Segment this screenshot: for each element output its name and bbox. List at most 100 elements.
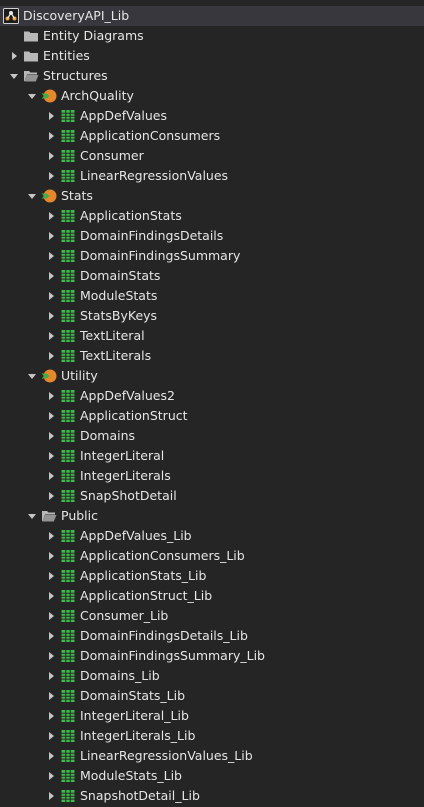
tree-item[interactable]: ArchQuality: [0, 86, 424, 106]
chevron-right-icon[interactable]: [45, 706, 57, 726]
tree-item[interactable]: ApplicationStats: [0, 206, 424, 226]
tree-item[interactable]: LinearRegressionValues_Lib: [0, 746, 424, 766]
tree-item[interactable]: Consumer_Lib: [0, 606, 424, 626]
chevron-right-icon[interactable]: [45, 666, 57, 686]
table-icon: [60, 448, 76, 464]
chevron-right-icon[interactable]: [45, 726, 57, 746]
tree-item[interactable]: ApplicationStats_Lib: [0, 566, 424, 586]
chevron-right-icon[interactable]: [45, 466, 57, 486]
structure-module-icon: [41, 368, 57, 384]
tree-item[interactable]: Structures: [0, 66, 424, 86]
table-icon: [60, 528, 76, 544]
chevron-right-icon[interactable]: [45, 166, 57, 186]
tree-item[interactable]: Consumer: [0, 146, 424, 166]
tree-item[interactable]: Domains: [0, 426, 424, 446]
tree-item[interactable]: SnapshotDetail_Lib: [0, 786, 424, 806]
tree-item[interactable]: ApplicationStruct: [0, 406, 424, 426]
tree-item[interactable]: Public: [0, 506, 424, 526]
structure-module-icon: [41, 88, 57, 104]
tree-item[interactable]: Stats: [0, 186, 424, 206]
table-icon: [60, 348, 76, 364]
chevron-right-icon[interactable]: [45, 426, 57, 446]
chevron-right-icon[interactable]: [45, 226, 57, 246]
chevron-down-icon[interactable]: [26, 86, 38, 106]
tree-item[interactable]: IntegerLiterals_Lib: [0, 726, 424, 746]
tree-item[interactable]: StatsByKeys: [0, 306, 424, 326]
tree-item-label: IntegerLiterals: [80, 468, 171, 483]
tree-item-label: SnapshotDetail_Lib: [80, 788, 200, 803]
tree-item[interactable]: AppDefValues2: [0, 386, 424, 406]
chevron-right-icon[interactable]: [45, 446, 57, 466]
table-icon: [60, 748, 76, 764]
chevron-right-icon[interactable]: [45, 746, 57, 766]
tree-item[interactable]: ApplicationConsumers: [0, 126, 424, 146]
tree-item-label: TextLiterals: [80, 348, 152, 363]
tree-item[interactable]: ModuleStats_Lib: [0, 766, 424, 786]
tree-item[interactable]: DomainFindingsSummary: [0, 246, 424, 266]
tree-item[interactable]: DomainFindingsDetails_Lib: [0, 626, 424, 646]
tree-item-label: Domains: [80, 428, 136, 443]
tree-item[interactable]: DomainFindingsDetails: [0, 226, 424, 246]
tree-item-label: Public: [61, 508, 98, 523]
tree-item-label: StatsByKeys: [80, 308, 158, 323]
tree-item[interactable]: ApplicationStruct_Lib: [0, 586, 424, 606]
chevron-right-icon[interactable]: [45, 406, 57, 426]
tree-item[interactable]: ModuleStats: [0, 286, 424, 306]
folder-icon: [23, 48, 39, 64]
tree-item[interactable]: LinearRegressionValues: [0, 166, 424, 186]
chevron-right-icon[interactable]: [45, 686, 57, 706]
tree-item-label: TextLiteral: [80, 328, 145, 343]
chevron-right-icon[interactable]: [45, 126, 57, 146]
chevron-right-icon[interactable]: [45, 146, 57, 166]
chevron-right-icon[interactable]: [45, 606, 57, 626]
tree-item[interactable]: IntegerLiteral: [0, 446, 424, 466]
chevron-down-icon[interactable]: [8, 66, 20, 86]
tree-item[interactable]: AppDefValues: [0, 106, 424, 126]
chevron-down-icon[interactable]: [26, 366, 38, 386]
tree-item[interactable]: DomainStats: [0, 266, 424, 286]
tree-item[interactable]: DomainStats_Lib: [0, 686, 424, 706]
tree-item[interactable]: TextLiteral: [0, 326, 424, 346]
chevron-right-icon[interactable]: [45, 246, 57, 266]
chevron-right-icon[interactable]: [45, 346, 57, 366]
chevron-right-icon[interactable]: [45, 266, 57, 286]
chevron-right-icon[interactable]: [45, 206, 57, 226]
tree-item[interactable]: DomainFindingsSummary_Lib: [0, 646, 424, 666]
tree-item[interactable]: Entity Diagrams: [0, 26, 424, 46]
tree-item[interactable]: Entities: [0, 46, 424, 66]
chevron-right-icon[interactable]: [45, 766, 57, 786]
module-tree: DiscoveryAPI_Lib Entity Diagrams Entities…: [0, 0, 424, 807]
tree-item-label: Consumer_Lib: [80, 608, 169, 623]
table-icon: [60, 728, 76, 744]
chevron-right-icon[interactable]: [45, 486, 57, 506]
chevron-right-icon[interactable]: [45, 526, 57, 546]
tree-item-label: IntegerLiterals_Lib: [80, 728, 196, 743]
chevron-right-icon[interactable]: [45, 386, 57, 406]
chevron-right-icon[interactable]: [45, 286, 57, 306]
tree-root-row[interactable]: DiscoveryAPI_Lib: [0, 6, 424, 26]
tree-item[interactable]: TextLiterals: [0, 346, 424, 366]
tree-item[interactable]: SnapShotDetail: [0, 486, 424, 506]
chevron-right-icon[interactable]: [45, 566, 57, 586]
chevron-right-icon[interactable]: [8, 46, 20, 66]
chevron-right-icon[interactable]: [45, 786, 57, 806]
chevron-right-icon[interactable]: [45, 106, 57, 126]
table-icon: [60, 568, 76, 584]
chevron-right-icon[interactable]: [45, 546, 57, 566]
tree-item[interactable]: ApplicationConsumers_Lib: [0, 546, 424, 566]
table-icon: [60, 308, 76, 324]
tree-item[interactable]: AppDefValues_Lib: [0, 526, 424, 546]
chevron-down-icon[interactable]: [26, 186, 38, 206]
tree-item[interactable]: IntegerLiteral_Lib: [0, 706, 424, 726]
tree-item[interactable]: IntegerLiterals: [0, 466, 424, 486]
tree-item[interactable]: Utility: [0, 366, 424, 386]
chevron-right-icon[interactable]: [45, 586, 57, 606]
chevron-right-icon[interactable]: [45, 326, 57, 346]
chevron-right-icon[interactable]: [45, 306, 57, 326]
tree-item-label: DomainFindingsDetails_Lib: [80, 628, 248, 643]
tree-item[interactable]: Domains_Lib: [0, 666, 424, 686]
chevron-down-icon[interactable]: [26, 506, 38, 526]
table-icon: [60, 148, 76, 164]
chevron-right-icon[interactable]: [45, 626, 57, 646]
chevron-right-icon[interactable]: [45, 646, 57, 666]
